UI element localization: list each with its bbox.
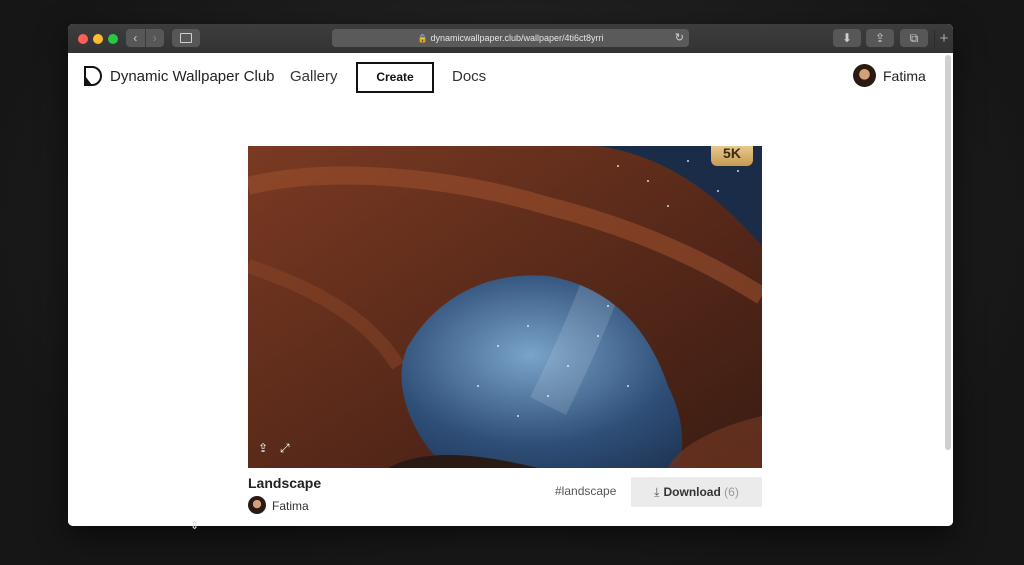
- sidebar-icon: [180, 33, 192, 43]
- share-wallpaper-icon[interactable]: ⇪: [258, 441, 272, 455]
- history-nav-group: ‹ ›: [126, 29, 164, 47]
- landscape-arch-illustration: [248, 146, 762, 468]
- author-name[interactable]: Fatima: [272, 499, 309, 513]
- sidebar-toggle-button[interactable]: [172, 29, 200, 47]
- download-icon: ⤓: [654, 485, 660, 499]
- url-text: dynamicwallpaper.club/wallpaper/4ti6ct8y…: [430, 33, 604, 43]
- lock-icon: 🔒: [417, 34, 428, 43]
- create-button[interactable]: Create: [356, 62, 434, 93]
- forward-button[interactable]: ›: [144, 29, 165, 47]
- wallpaper-title: Landscape: [248, 475, 322, 491]
- expand-icon[interactable]: ⤢: [280, 441, 294, 455]
- share-icon: ⇪: [874, 31, 886, 45]
- tabs-icon: ⧉: [909, 31, 919, 45]
- back-button[interactable]: ‹: [126, 29, 145, 47]
- page-content: Dynamic Wallpaper Club Gallery Create Do…: [68, 53, 953, 526]
- close-window-button[interactable]: [78, 34, 88, 44]
- nav-gallery-link[interactable]: Gallery: [290, 68, 338, 85]
- user-avatar[interactable]: [853, 64, 876, 87]
- zoom-window-button[interactable]: [108, 34, 118, 44]
- download-label: Download: [663, 485, 721, 499]
- scrollbar[interactable]: [945, 55, 951, 450]
- show-tabs-button[interactable]: ⧉: [900, 29, 928, 47]
- download-icon: ⬇: [841, 31, 853, 45]
- site-logo-icon[interactable]: [83, 65, 103, 87]
- new-tab-button[interactable]: +: [934, 30, 953, 48]
- wallpaper-tag-link[interactable]: #landscape: [555, 484, 616, 498]
- browser-window: ‹ › 🔒 dynamicwallpaper.club/wallpaper/4ti…: [68, 24, 953, 526]
- nav-docs-link[interactable]: Docs: [452, 68, 486, 85]
- browser-toolbar: ‹ › 🔒 dynamicwallpaper.club/wallpaper/4ti…: [68, 24, 953, 54]
- download-count: (6): [724, 485, 739, 499]
- reload-icon[interactable]: ↻: [675, 29, 684, 47]
- wallpaper-preview-image[interactable]: 5K ⇪ ⤢: [248, 146, 762, 468]
- share-button[interactable]: ⇪: [866, 29, 894, 47]
- download-button[interactable]: ⤓ Download (6): [631, 477, 762, 507]
- author-avatar[interactable]: [248, 496, 266, 514]
- plus-icon: +: [939, 30, 949, 47]
- resolution-badge: 5K: [711, 146, 753, 166]
- mouse-cursor: ⇕: [190, 520, 200, 532]
- user-name[interactable]: Fatima: [883, 68, 926, 84]
- site-brand-link[interactable]: Dynamic Wallpaper Club: [110, 68, 275, 85]
- downloads-button[interactable]: ⬇: [833, 29, 861, 47]
- address-bar[interactable]: 🔒 dynamicwallpaper.club/wallpaper/4ti6ct8…: [332, 29, 689, 47]
- minimize-window-button[interactable]: [93, 34, 103, 44]
